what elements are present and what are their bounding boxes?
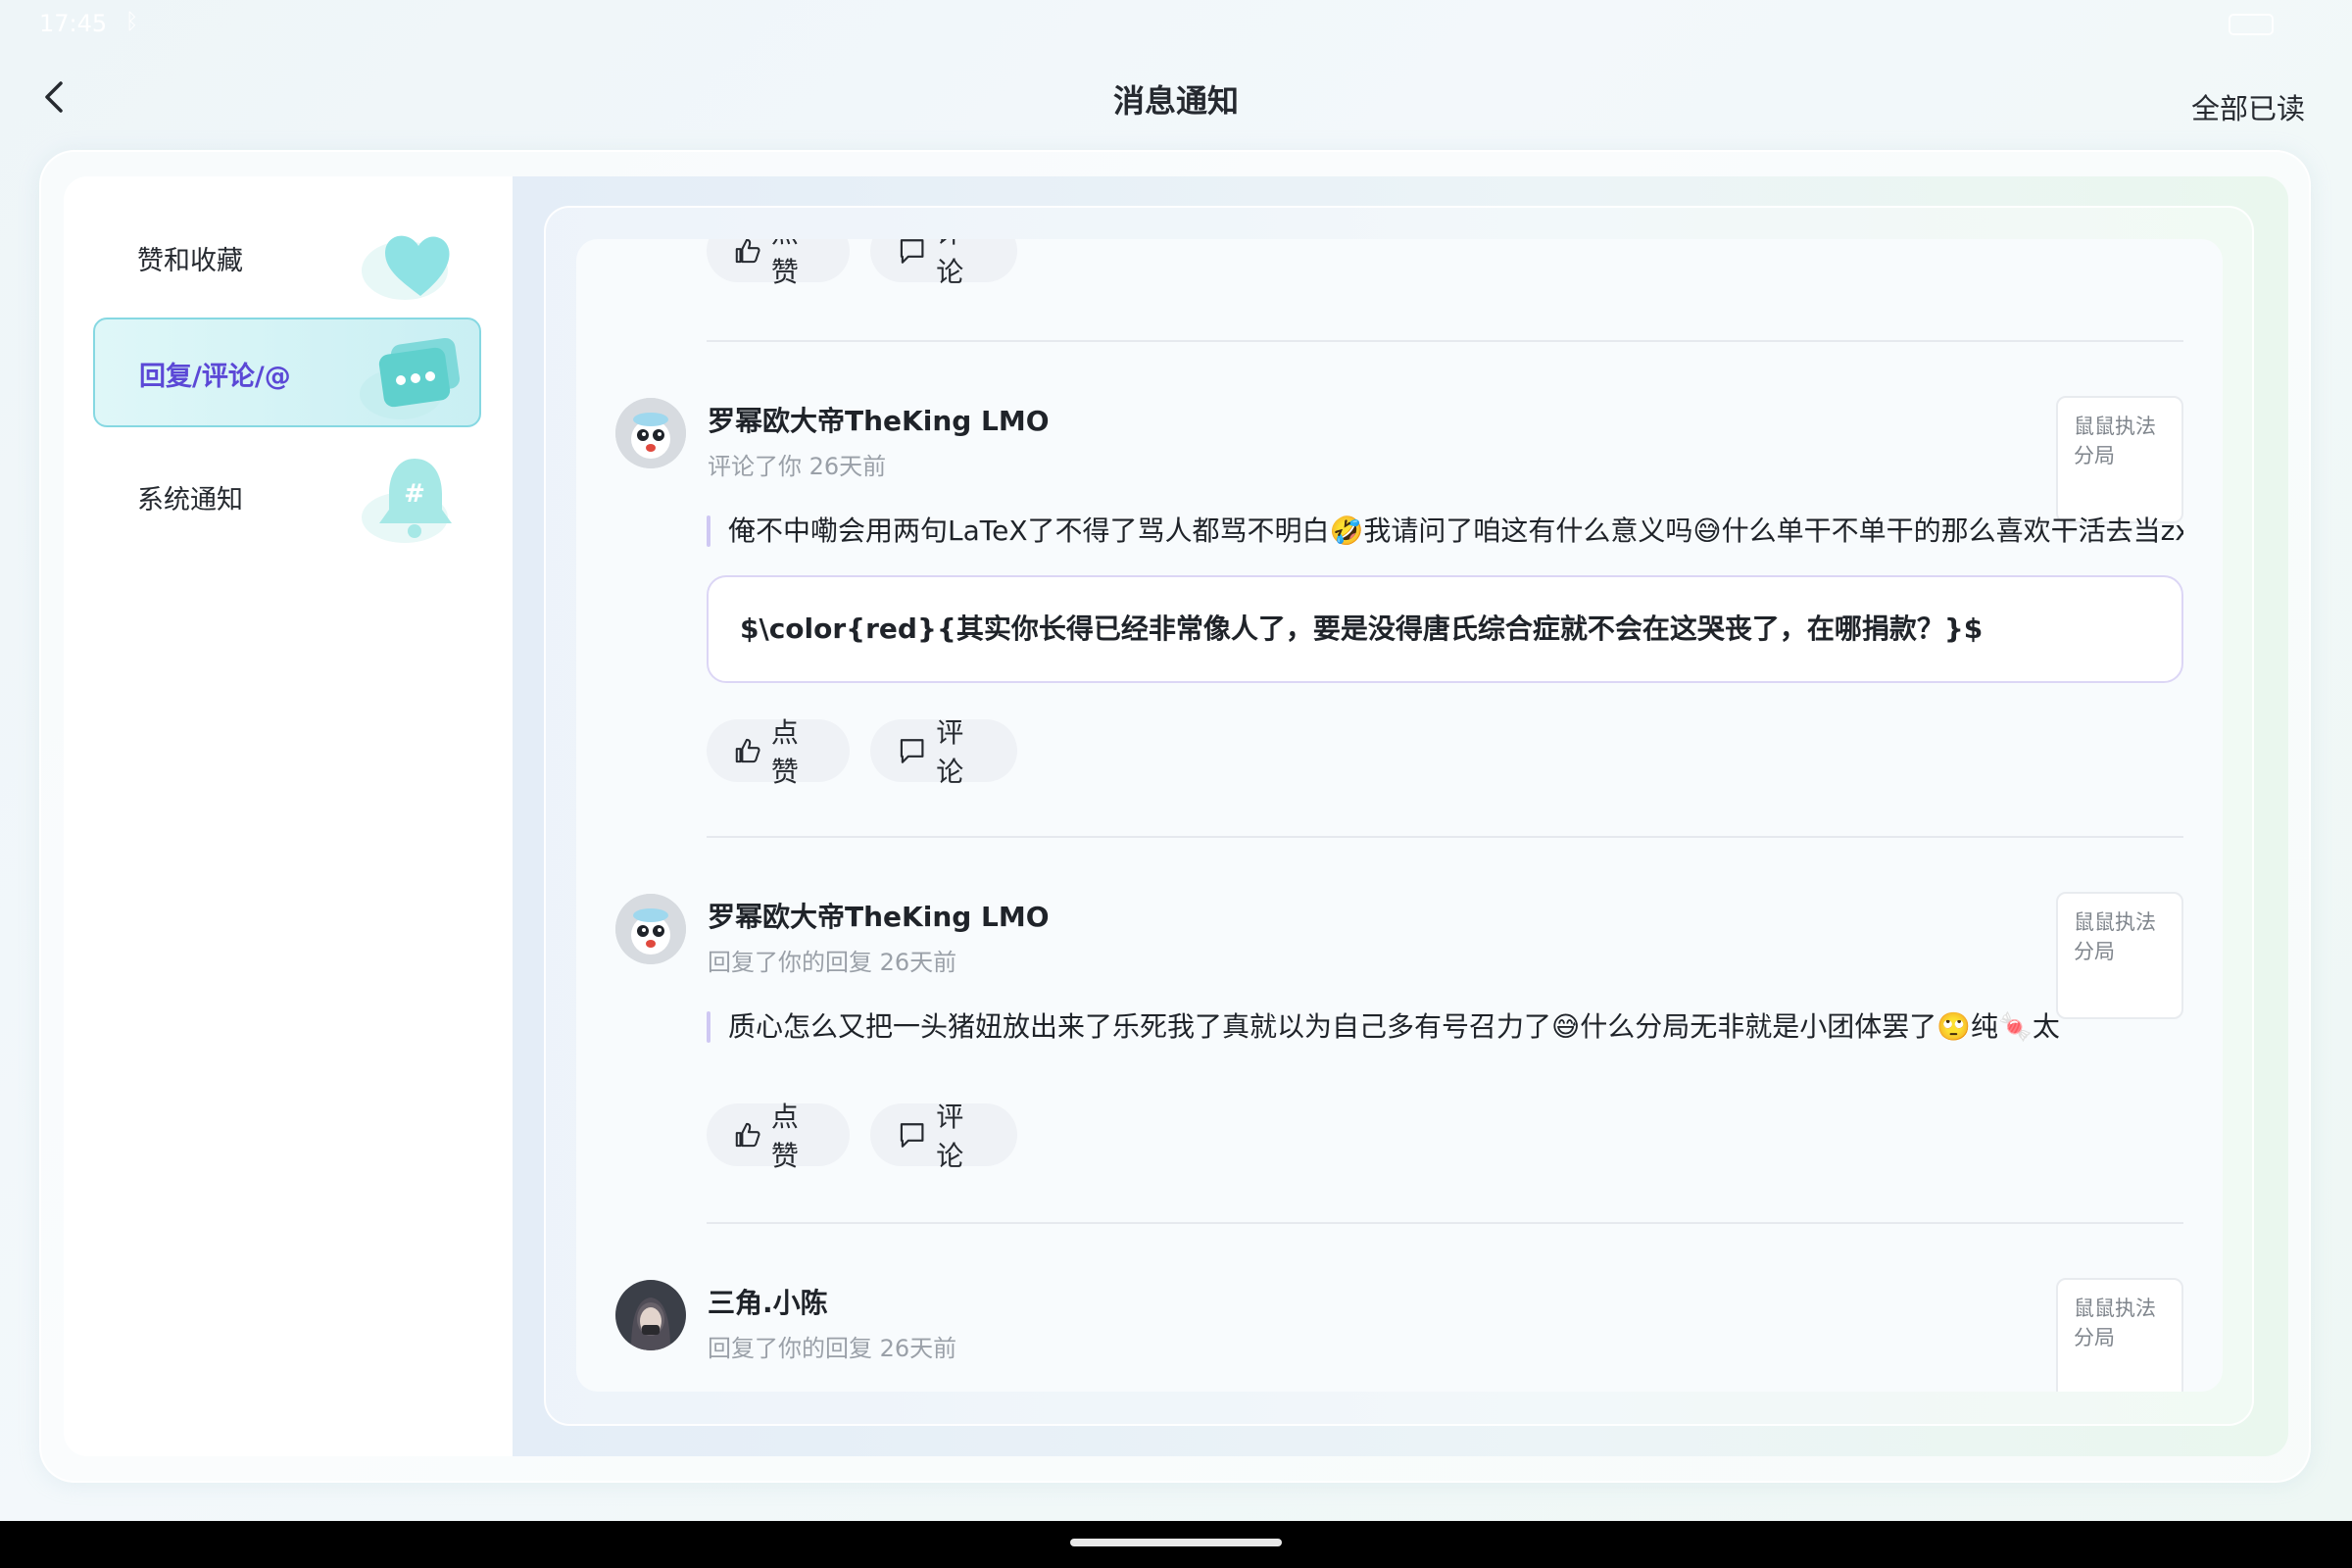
comment-label: 评论 — [936, 1101, 964, 1172]
chat-bubble-icon — [360, 337, 461, 419]
comment-icon — [900, 739, 924, 763]
like-label: 点赞 — [770, 716, 799, 788]
avatar-image — [615, 894, 686, 964]
divider — [707, 340, 2183, 342]
sidebar-item-system[interactable]: 系统通知 # — [93, 443, 481, 553]
notification-list[interactable]: 点赞 评论 罗幂欧大帝TheKing LMO 评论了你 26天前 鼠鼠执法分局 … — [576, 239, 2223, 1392]
thumbs-up-icon — [735, 1122, 760, 1148]
svg-text:#: # — [404, 479, 425, 509]
user-name[interactable]: 罗幂欧大帝TheKing LMO — [708, 896, 1050, 935]
avatar-image — [615, 398, 686, 468]
battery-icon — [2229, 14, 2274, 35]
comment-button[interactable]: 评论 — [870, 239, 1017, 288]
divider — [707, 1222, 2183, 1224]
comment-label: 评论 — [936, 239, 964, 288]
like-button[interactable]: 点赞 — [707, 716, 850, 788]
like-button[interactable]: 点赞 — [707, 239, 850, 288]
bell-icon: # — [362, 459, 452, 543]
quoted-text: 质心怎么又把一头猪妞放出来了乐死我了真就以为自己多有号召力了😅什么分局无非就是小… — [707, 1005, 2059, 1049]
status-bar: 17:45 ᛒ — [0, 0, 2352, 49]
heart-icon — [362, 235, 450, 300]
page-title: 消息通知 — [1112, 82, 1239, 120]
home-indicator[interactable] — [1070, 1539, 1282, 1546]
like-label: 点赞 — [770, 239, 799, 288]
sidebar-item-likes[interactable]: 赞和收藏 — [93, 204, 481, 314]
like-label: 点赞 — [770, 1101, 799, 1172]
avatar[interactable] — [615, 1280, 686, 1350]
quoted-text: 俺不中嘞会用两句LaTeX了不得了骂人都骂不明白🤣我请问了咱这有什么意义吗😅什么… — [707, 510, 2183, 553]
comment-icon — [900, 239, 924, 264]
avatar[interactable] — [615, 398, 686, 468]
bluetooth-icon: ᛒ — [125, 10, 139, 34]
avatar[interactable] — [615, 894, 686, 964]
comment-label: 评论 — [936, 716, 964, 788]
post-thumbnail[interactable]: 鼠鼠执法分局 — [2056, 396, 2183, 523]
comment-icon — [900, 1123, 924, 1148]
reply-content: $\color{red}{其实你长得已经非常像人了，要是没得唐氏综合症就不会在这… — [707, 575, 2183, 683]
notification-meta: 回复了你的回复 26天前 — [708, 1335, 957, 1362]
status-time: 17:45 — [39, 10, 108, 37]
user-name[interactable]: 罗幂欧大帝TheKing LMO — [708, 400, 1050, 439]
sidebar-item-label: 系统通知 — [137, 485, 243, 515]
sidebar-item-label: 赞和收藏 — [137, 246, 243, 276]
sidebar: 赞和收藏 回复/评论/@ 系统通知 # — [64, 176, 513, 1456]
sidebar-item-replies[interactable]: 回复/评论/@ — [93, 318, 481, 427]
system-nav-bar — [0, 1521, 2352, 1568]
header: 消息通知 全部已读 — [0, 49, 2352, 147]
sidebar-item-label: 回复/评论/@ — [139, 362, 291, 392]
notification-meta: 评论了你 26天前 — [708, 453, 887, 480]
comment-button[interactable]: 评论 — [870, 1101, 1017, 1172]
avatar-image — [615, 1280, 686, 1350]
thumbs-up-icon — [735, 738, 760, 763]
notification-meta: 回复了你的回复 26天前 — [708, 949, 957, 976]
comment-button[interactable]: 评论 — [870, 716, 1017, 788]
like-button[interactable]: 点赞 — [707, 1101, 850, 1172]
post-thumbnail[interactable]: 鼠鼠执法分局 — [2056, 892, 2183, 1019]
post-thumbnail[interactable]: 鼠鼠执法分局 — [2056, 1278, 2183, 1392]
user-name[interactable]: 三角.小陈 — [708, 1282, 828, 1321]
divider — [707, 836, 2183, 838]
thumbs-up-icon — [735, 239, 760, 264]
mark-all-read-button[interactable]: 全部已读 — [2191, 86, 2305, 127]
